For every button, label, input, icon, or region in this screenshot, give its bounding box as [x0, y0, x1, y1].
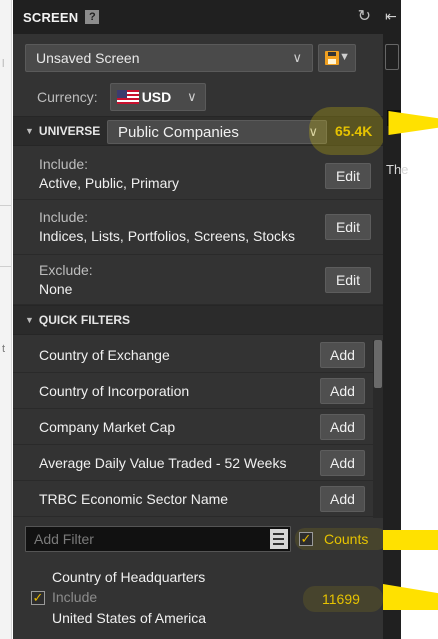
- collapse-panel-icon[interactable]: ⇤: [385, 8, 397, 25]
- applied-filter-name: Country of Headquarters: [52, 569, 206, 585]
- quick-filter-row: Average Daily Value Traded - 52 Weeks Ad…: [13, 445, 373, 481]
- quick-filter-row: Company Market Cap Add: [13, 409, 373, 445]
- us-flag-icon: [116, 90, 139, 104]
- currency-row: Currency: USD ∨: [37, 83, 206, 111]
- quick-filter-name: Country of Incorporation: [39, 383, 190, 399]
- quick-filter-row: Country of Incorporation Add: [13, 373, 373, 409]
- collapse-triangle-icon[interactable]: ▼: [25, 315, 34, 325]
- quick-filter-row: TRBC Economic Sector Name Add: [13, 481, 373, 517]
- universe-header[interactable]: ▼ UNIVERSE Public Companies ∨ 65.4K: [13, 107, 383, 155]
- criterion-key: Include:: [39, 156, 89, 172]
- divider: [0, 205, 11, 206]
- currency-label: Currency:: [37, 89, 98, 105]
- applied-filter-count: 11699: [322, 591, 360, 607]
- quick-filter-name: Country of Exchange: [39, 347, 170, 363]
- screen-select-value: Unsaved Screen: [36, 50, 140, 66]
- help-icon[interactable]: ?: [85, 10, 100, 24]
- adjacent-input[interactable]: [385, 44, 399, 70]
- currency-select[interactable]: USD ∨: [109, 83, 206, 111]
- criterion-key: Include:: [39, 209, 89, 225]
- applied-filter-row: ✓ Country of Headquarters Include United…: [13, 562, 383, 639]
- filter-enabled-checkbox[interactable]: ✓: [31, 591, 45, 605]
- annotation-highlight: [383, 530, 438, 550]
- applied-filter-value: United States of America: [52, 610, 207, 626]
- panel-title: SCREEN: [23, 9, 79, 25]
- counts-checkbox[interactable]: ✓: [299, 532, 313, 546]
- quick-filters-scrollbar[interactable]: [373, 340, 383, 518]
- adjacent-panel: ⇤ The: [383, 0, 438, 639]
- refresh-icon[interactable]: ↻: [358, 6, 371, 26]
- edit-button[interactable]: Edit: [325, 267, 371, 293]
- add-button[interactable]: Add: [320, 450, 365, 476]
- adjacent-text: The: [386, 162, 409, 177]
- annotation-highlight: [388, 111, 438, 135]
- quick-filter-row: Country of Exchange Add: [13, 337, 373, 373]
- annotation-highlight: [383, 584, 438, 610]
- add-button[interactable]: Add: [320, 342, 365, 368]
- quick-filter-name: Company Market Cap: [39, 419, 176, 435]
- add-button[interactable]: Add: [320, 486, 365, 512]
- add-button[interactable]: Add: [320, 378, 365, 404]
- criterion-value: None: [39, 281, 73, 297]
- edit-button[interactable]: Edit: [325, 214, 371, 240]
- collapse-triangle-icon[interactable]: ▼: [25, 126, 34, 136]
- edit-button[interactable]: Edit: [325, 163, 371, 189]
- background-glyph: t: [2, 343, 6, 355]
- universe-select[interactable]: Public Companies ∨: [107, 120, 327, 144]
- universe-criterion: Include: Active, Public, Primary Edit: [13, 147, 383, 200]
- background-window-strip: l t: [0, 0, 12, 639]
- divider: [0, 266, 11, 267]
- list-icon[interactable]: [270, 529, 288, 549]
- add-filter-input[interactable]: [25, 526, 291, 552]
- universe-count: 65.4K: [335, 123, 373, 139]
- quick-filters-header[interactable]: ▼ QUICK FILTERS: [13, 305, 383, 335]
- chevron-down-icon: ∨: [292, 50, 302, 65]
- criterion-value: Indices, Lists, Portfolios, Screens, Sto…: [39, 228, 295, 244]
- applied-filter-mode: Include: [52, 589, 98, 605]
- universe-criterion: Exclude: None Edit: [13, 255, 383, 305]
- quick-filter-name: Average Daily Value Traded - 52 Weeks: [39, 455, 287, 471]
- save-screen-button[interactable]: ▼: [318, 44, 356, 72]
- caret-down-icon[interactable]: ▼: [339, 51, 350, 63]
- currency-code: USD: [141, 89, 172, 105]
- criterion-value: Active, Public, Primary: [39, 175, 180, 191]
- universe-label: UNIVERSE: [38, 124, 101, 138]
- counts-label: Counts: [324, 531, 369, 547]
- universe-criterion: Include: Indices, Lists, Portfolios, Scr…: [13, 200, 383, 255]
- quick-filter-name: TRBC Economic Sector Name: [39, 491, 229, 507]
- panel-titlebar: SCREEN ? ↻: [13, 0, 383, 34]
- save-disk-icon: [325, 51, 339, 65]
- quick-filters-label: QUICK FILTERS: [38, 313, 131, 327]
- universe-select-value: Public Companies: [118, 123, 239, 141]
- chevron-down-icon: ∨: [187, 89, 197, 104]
- criterion-key: Exclude:: [39, 262, 93, 278]
- add-button[interactable]: Add: [320, 414, 365, 440]
- screen-panel: SCREEN ? ↻ Unsaved Screen ∨ ▼ Currency: …: [13, 0, 383, 639]
- scrollbar-thumb[interactable]: [374, 340, 382, 388]
- screen-select[interactable]: Unsaved Screen ∨: [25, 44, 313, 72]
- background-glyph: l: [2, 58, 5, 70]
